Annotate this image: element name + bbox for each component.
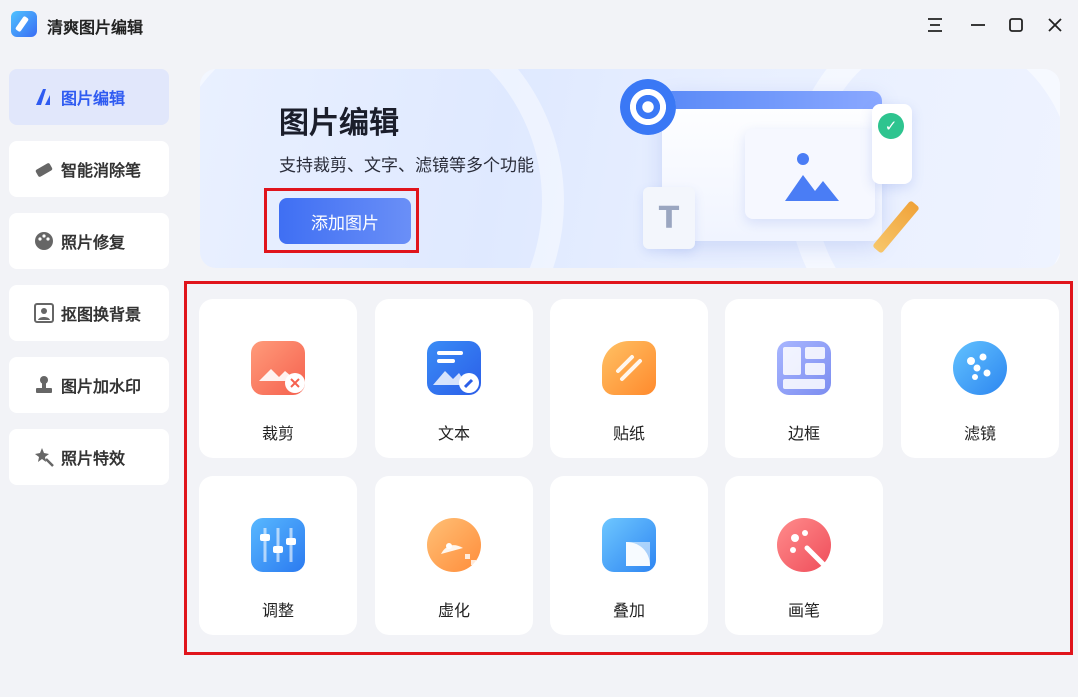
sidebar-item-label: 智能消除笔 xyxy=(61,161,142,180)
sidebar-item-label: 图片编辑 xyxy=(61,89,126,108)
stamp-icon xyxy=(33,374,55,396)
overlay-icon xyxy=(602,518,656,572)
tool-label: 调整 xyxy=(261,601,294,620)
crop-icon xyxy=(251,341,305,395)
minimize-icon[interactable] xyxy=(966,13,990,37)
sidebar-item-cutout[interactable]: 抠图换背景 xyxy=(9,285,169,341)
sidebar-item-effects[interactable]: 照片特效 xyxy=(9,429,169,485)
tool-label: 文本 xyxy=(437,424,470,443)
close-icon[interactable] xyxy=(1043,13,1067,37)
maximize-icon[interactable] xyxy=(1004,13,1028,37)
tool-crop[interactable]: 裁剪 xyxy=(199,299,357,458)
tool-text[interactable]: 文本 xyxy=(375,299,533,458)
portrait-icon xyxy=(33,302,55,324)
tool-border[interactable]: 边框 xyxy=(725,299,883,458)
tool-label: 边框 xyxy=(787,424,820,443)
adjust-icon xyxy=(251,518,305,572)
page-subtitle: 支持裁剪、文字、滤镜等多个功能 xyxy=(279,156,534,176)
brush-icon xyxy=(777,518,831,572)
blur-icon xyxy=(427,518,481,572)
tool-label: 叠加 xyxy=(612,601,645,620)
add-image-button[interactable]: 添加图片 xyxy=(279,198,411,244)
text-icon xyxy=(427,341,481,395)
sidebar-item-label: 图片加水印 xyxy=(61,377,142,396)
tool-label: 贴纸 xyxy=(612,424,645,443)
illustration-image-card xyxy=(745,129,875,219)
app-title: 清爽图片编辑 xyxy=(47,18,144,37)
filter-icon xyxy=(953,341,1007,395)
sidebar-item-photo-repair[interactable]: 照片修复 xyxy=(9,213,169,269)
tool-label: 滤镜 xyxy=(963,424,996,443)
sticker-icon xyxy=(602,341,656,395)
target-icon xyxy=(620,79,676,135)
palette-icon xyxy=(33,230,55,252)
page-title: 图片编辑 xyxy=(279,106,399,141)
sidebar-item-image-edit[interactable]: 图片编辑 xyxy=(9,69,169,125)
sidebar-item-watermark[interactable]: 图片加水印 xyxy=(9,357,169,413)
tool-label: 虚化 xyxy=(437,601,470,620)
border-icon xyxy=(777,341,831,395)
menu-icon[interactable] xyxy=(923,13,947,37)
tool-sticker[interactable]: 贴纸 xyxy=(550,299,708,458)
tool-brush[interactable]: 画笔 xyxy=(725,476,883,635)
tool-blur[interactable]: 虚化 xyxy=(375,476,533,635)
app-logo-icon xyxy=(11,11,37,37)
tool-label: 裁剪 xyxy=(261,424,294,443)
tool-adjust[interactable]: 调整 xyxy=(199,476,357,635)
sidebar-item-label: 照片特效 xyxy=(61,449,126,468)
eraser-icon xyxy=(33,158,55,180)
title-bar: 清爽图片编辑 xyxy=(0,0,1078,50)
tool-label: 画笔 xyxy=(787,601,820,620)
check-icon: ✓ xyxy=(878,113,904,139)
sidebar-item-label: 照片修复 xyxy=(61,233,126,252)
tool-filter[interactable]: 滤镜 xyxy=(901,299,1059,458)
sidebar-item-label: 抠图换背景 xyxy=(61,305,142,324)
tool-overlay[interactable]: 叠加 xyxy=(550,476,708,635)
image-edit-icon xyxy=(33,86,55,108)
magic-icon xyxy=(33,446,55,468)
text-document-icon: T xyxy=(643,187,695,249)
sidebar-item-eraser[interactable]: 智能消除笔 xyxy=(9,141,169,197)
